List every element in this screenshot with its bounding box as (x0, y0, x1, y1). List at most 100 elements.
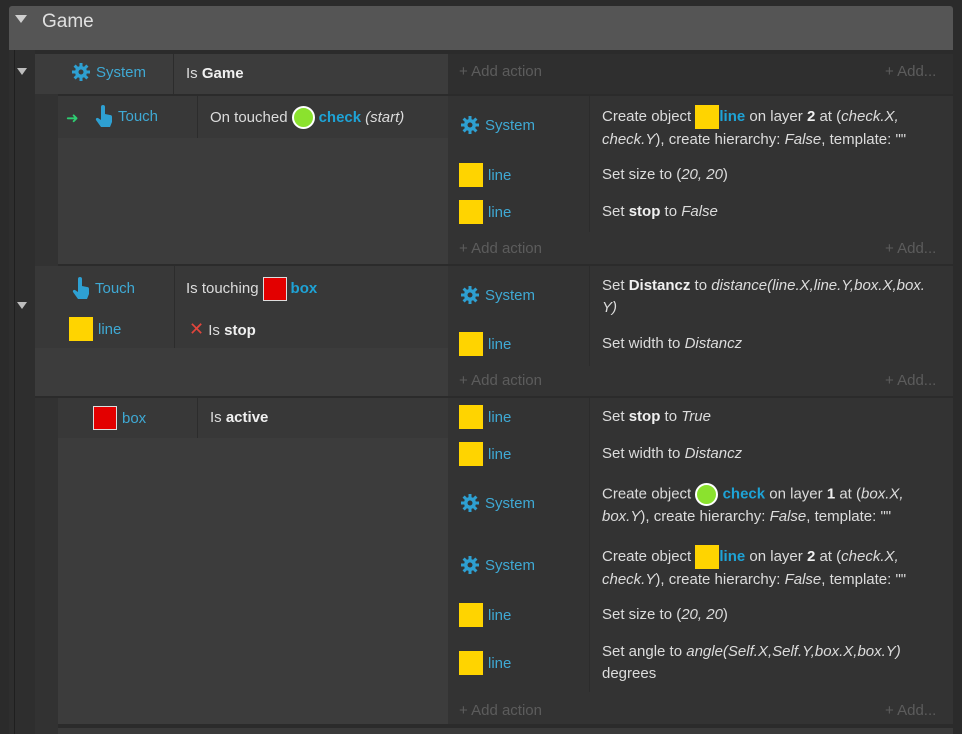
action-bold: stop (628, 408, 661, 425)
action-object: line (459, 200, 511, 224)
collapse-group-icon[interactable] (15, 15, 27, 23)
object-ref: box (290, 280, 318, 297)
rail-line (14, 50, 15, 734)
action-text[interactable]: Set angle to angle(Self.X,Self.Y,box.X,b… (602, 641, 947, 685)
action-param: Distancz (684, 335, 743, 352)
action-part: on layer (769, 485, 823, 503)
add-more-link[interactable]: + Add... (885, 63, 936, 80)
check-sprite-icon (695, 483, 719, 506)
cell-divider (197, 398, 198, 438)
action-part: at ( (819, 547, 842, 565)
action-part: to (694, 277, 708, 294)
object-name: System (485, 494, 536, 512)
action-text[interactable]: Create object line on layer 2 at (check.… (602, 105, 942, 151)
action-part: Set (602, 203, 625, 220)
action-text[interactable]: Set stop to False (602, 201, 718, 223)
add-more-link[interactable]: + Add... (885, 372, 936, 389)
condition-text[interactable]: On touched check (start) (210, 106, 404, 129)
action-layer: 1 (826, 485, 836, 503)
action-text[interactable]: Set size to (20, 20) (602, 164, 728, 186)
add-more-link[interactable]: + Add... (885, 240, 936, 257)
object-name: box (122, 409, 147, 427)
line-sprite-icon (459, 332, 483, 356)
action-text[interactable]: Set stop to True (602, 406, 711, 428)
gear-icon (71, 62, 91, 82)
object-name: line (488, 445, 512, 463)
object-name: Touch (95, 279, 136, 297)
action-part: Create object (602, 107, 692, 125)
object-ref: check (318, 108, 362, 126)
action-object: line (459, 405, 511, 429)
action-part: ), create hierarchy: (655, 571, 781, 588)
cell-divider (174, 266, 175, 348)
cell-divider (589, 96, 590, 232)
action-object: line (459, 163, 511, 187)
add-action-link[interactable]: + Add action (459, 372, 542, 389)
event-conditions[interactable] (58, 398, 448, 724)
add-action-link[interactable]: + Add action (459, 702, 542, 719)
add-action-link[interactable]: + Add action (459, 63, 542, 80)
action-object: line (459, 332, 511, 356)
add-more-link[interactable]: + Add... (885, 702, 936, 719)
action-part: on layer (749, 547, 803, 565)
action-param: distance(line.X,line.Y,box.X,box. (711, 277, 925, 294)
action-text[interactable]: Create object check on layer 1 at (box.X… (602, 483, 947, 528)
action-part: to (664, 203, 678, 220)
condition-bold: active (225, 409, 269, 426)
x-icon: ✕ (189, 319, 205, 339)
object-name: line (488, 166, 512, 184)
object-name: line (98, 320, 122, 338)
line-sprite-icon (459, 603, 483, 627)
collapse-event-icon[interactable] (17, 302, 27, 309)
action-text[interactable]: Set width to Distancz (602, 443, 742, 465)
action-part: Set size to ( (602, 606, 682, 623)
line-sprite-icon (459, 200, 483, 224)
action-object: System (460, 115, 535, 135)
condition-text[interactable]: Is touching box (186, 277, 317, 301)
action-object: System (460, 555, 535, 575)
action-part: Set (602, 277, 625, 294)
object-name: line (488, 654, 512, 672)
object-ref: line (719, 107, 746, 125)
line-sprite-icon (459, 163, 483, 187)
hand-pointer-icon (95, 105, 113, 127)
action-param: True (681, 408, 711, 425)
action-part: Create object (602, 485, 692, 503)
object-name: System (485, 556, 536, 574)
action-text[interactable]: Set size to (20, 20) (602, 604, 728, 626)
action-param: check.Y (602, 571, 656, 588)
object-ref: check (722, 485, 766, 503)
event-group-header[interactable] (9, 6, 953, 50)
action-text[interactable]: Set Distancz to distance(line.X,line.Y,b… (602, 275, 947, 319)
condition-object: System (71, 62, 146, 82)
condition-prefix: Is touching (186, 280, 259, 297)
condition-text[interactable]: Is Game (186, 63, 244, 85)
action-param: 20, 20 (681, 606, 723, 623)
action-param: check.X, (841, 107, 899, 125)
condition-prefix: Is (186, 65, 198, 82)
line-sprite-icon (695, 545, 720, 569)
action-text[interactable]: Set width to Distancz (602, 333, 742, 355)
action-part: Set size to ( (602, 166, 682, 183)
box-sprite-icon (93, 406, 117, 430)
condition-text[interactable]: ✕ Is stop (189, 318, 256, 342)
action-part: Create object (602, 547, 692, 565)
collapse-event-icon[interactable] (17, 68, 27, 75)
action-layer: 2 (806, 107, 816, 125)
object-name: System (485, 286, 536, 304)
action-object: System (460, 285, 535, 305)
cell-divider (173, 54, 174, 94)
condition-text[interactable]: Is active (210, 407, 268, 429)
add-action-link[interactable]: + Add action (459, 240, 542, 257)
object-ref: line (719, 547, 746, 565)
condition-object: box (93, 406, 146, 430)
condition-object: Touch (72, 277, 135, 299)
action-text[interactable]: Create object line on layer 2 at (check.… (602, 545, 947, 591)
action-part: at ( (839, 485, 862, 503)
action-part: degrees (602, 665, 657, 682)
gear-icon (460, 555, 480, 575)
condition-param: (start) (365, 108, 405, 126)
arrow-right-icon: ➜ (66, 110, 79, 127)
object-name: System (96, 63, 147, 81)
action-part: Set width to (602, 445, 681, 462)
